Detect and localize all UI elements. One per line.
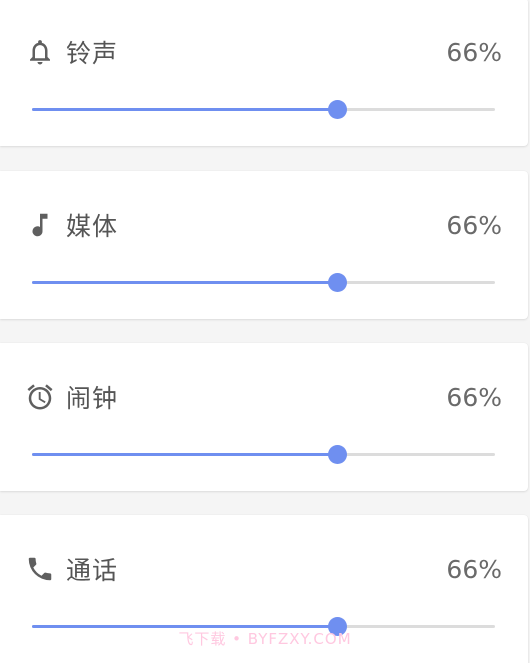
- slider-fill: [32, 625, 338, 628]
- ringtone-label: 铃声: [66, 39, 119, 68]
- ringtone-volume-slider[interactable]: [32, 98, 495, 122]
- call-volume-value: 66%: [446, 554, 502, 584]
- alarm-label: 闹钟: [66, 384, 119, 413]
- alarm-clock-icon: [24, 381, 56, 413]
- slider-thumb[interactable]: [328, 445, 348, 464]
- slider-fill: [32, 453, 338, 456]
- alarm-volume-slider[interactable]: [32, 443, 495, 467]
- volume-settings-list: 铃声 66% 媒体 66% 闹钟 66% 通话 66% 飞下载 • BYFZXY…: [0, 0, 530, 663]
- call-label: 通话: [66, 556, 119, 585]
- phone-icon: [24, 553, 56, 585]
- media-volume-value: 66%: [446, 210, 502, 240]
- slider-thumb[interactable]: [328, 273, 348, 292]
- bell-icon: [24, 36, 56, 68]
- ringtone-volume-value: 66%: [446, 37, 502, 67]
- call-volume-header: 通话 66%: [24, 551, 502, 587]
- alarm-volume-header: 闹钟 66%: [24, 379, 502, 415]
- alarm-volume-card: 闹钟 66%: [0, 343, 528, 491]
- call-volume-card: 通话 66%: [0, 515, 528, 663]
- media-volume-header: 媒体 66%: [24, 207, 502, 243]
- music-note-icon: [24, 209, 56, 241]
- slider-thumb[interactable]: [328, 617, 348, 636]
- ringtone-volume-card: 铃声 66%: [0, 0, 528, 146]
- media-volume-slider[interactable]: [32, 271, 495, 295]
- ringtone-volume-header: 铃声 66%: [24, 34, 502, 70]
- slider-fill: [32, 281, 338, 284]
- media-volume-card: 媒体 66%: [0, 171, 528, 319]
- slider-thumb[interactable]: [328, 100, 348, 119]
- slider-fill: [32, 108, 338, 111]
- alarm-volume-value: 66%: [446, 382, 502, 412]
- media-label: 媒体: [66, 212, 119, 241]
- call-volume-slider[interactable]: [32, 615, 495, 639]
